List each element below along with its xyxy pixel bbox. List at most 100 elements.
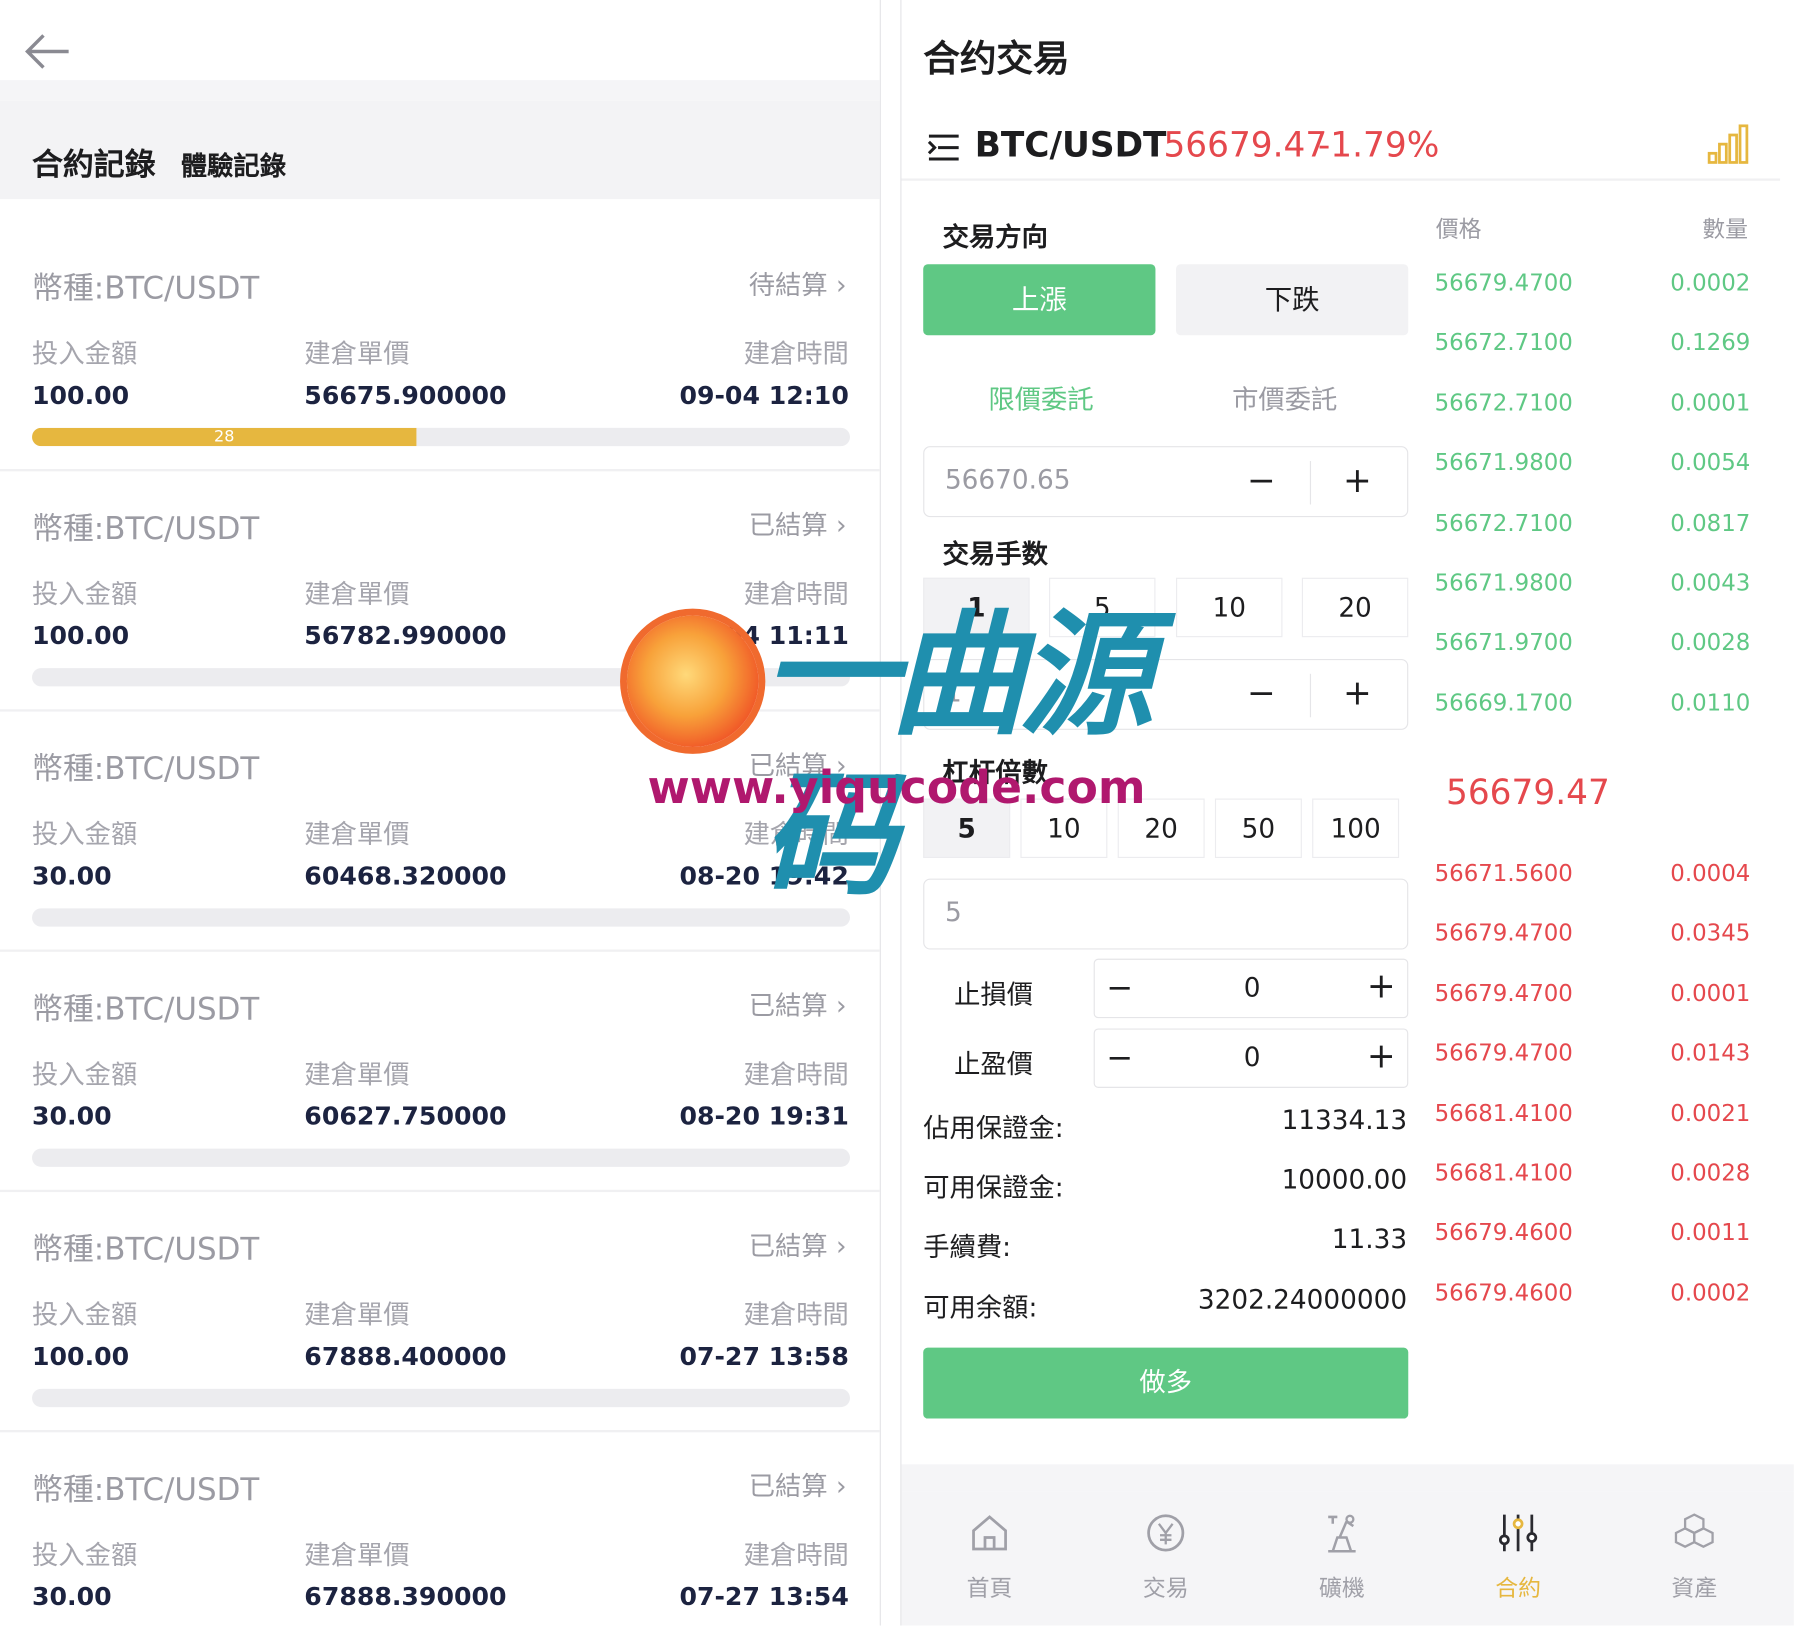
orderbook-row[interactable]: 56679.4600 0.0011 [1435,1219,1751,1253]
back-arrow-icon[interactable] [23,32,71,71]
lots-option[interactable]: 10 [1176,577,1283,638]
record-card[interactable]: 幣種:BTC/USDT 已結算 › 投入金額 建倉單價 建倉時間 100.00 56782.… [0,471,880,712]
orderbook-row[interactable]: 56681.4100 0.0021 [1435,1099,1751,1133]
leverage-input[interactable]: 5 [945,898,962,928]
leverage-option[interactable]: 20 [1117,798,1205,859]
amount-header: 投入金額 [32,580,138,610]
nav-assets[interactable]: 資產 [1643,1510,1746,1603]
stop-loss-label: 止損價 [954,980,1034,1011]
time-value: 08-20 19:42 [679,862,849,892]
unit-price-header: 建倉單價 [304,1540,410,1571]
fee-value: 11.33 [1331,1225,1408,1255]
tab-market-order[interactable]: 市價委託 [1232,378,1337,417]
tab-trial-records[interactable]: 體驗記錄 [181,144,286,183]
menu-list-icon[interactable] [927,133,961,163]
progress-bar [32,668,850,687]
orderbook-row[interactable]: 56679.4700 0.0001 [1435,979,1751,1013]
orderbook-qty: 0.0817 [1670,508,1751,537]
take-profit-label: 止盈價 [954,1050,1034,1080]
leverage-option[interactable]: 100 [1312,798,1400,859]
orderbook-qty: 0.0143 [1670,1038,1751,1067]
orderbook-qty: 0.0021 [1670,1098,1751,1127]
last-price: 56679.47 [1163,125,1328,166]
lots-option[interactable]: 5 [1049,577,1156,638]
leverage-option[interactable]: 5 [923,798,1011,859]
direction-label: 交易方向 [942,223,1048,253]
orderbook-price: 56671.9800 [1434,448,1573,477]
record-status[interactable]: 已結算 › [749,1224,847,1263]
leverage-option[interactable]: 50 [1214,798,1302,859]
lots-input[interactable]: 1 [945,678,962,708]
record-status[interactable]: 已結算 › [749,984,847,1023]
chevron-right-icon: › [836,991,847,1022]
take-profit-input[interactable]: 0 [1095,1043,1410,1073]
record-coin: 幣種:BTC/USDT [32,751,260,788]
amount-header: 投入金額 [32,1300,138,1331]
fee-label: 手續費: [923,1233,1012,1263]
unit-price-header: 建倉單價 [304,339,410,370]
record-status[interactable]: 已結算 › [749,503,847,542]
orderbook-row[interactable]: 56669.1700 0.0110 [1435,688,1751,722]
margin-available-label: 可用保證金: [923,1173,1064,1204]
price-input[interactable]: 56670.65 [945,466,1071,496]
orderbook-row[interactable]: 56671.5600 0.0004 [1435,859,1751,893]
minus-icon[interactable]: − [1247,461,1276,501]
nav-contract[interactable]: 合約 [1467,1510,1570,1603]
chevron-right-icon: › [836,751,847,782]
buy-up-button[interactable]: 上漲 [923,264,1156,336]
stop-loss-input[interactable]: 0 [1095,974,1410,1004]
nav-mining[interactable]: 礦機 [1290,1510,1393,1603]
pair-symbol[interactable]: BTC/USDT [975,126,1167,166]
amount-header: 投入金額 [32,339,138,370]
tab-contract-records[interactable]: 合約記錄 [32,140,156,185]
nav-trade[interactable]: 交易 [1114,1510,1217,1603]
minus-icon[interactable]: − [1247,674,1276,714]
orderbook-qty: 0.1269 [1670,328,1751,357]
lots-option[interactable]: 20 [1301,577,1409,638]
orderbook-qty: 0.0001 [1670,388,1751,417]
record-status[interactable]: 待結算 › [749,263,847,302]
orderbook-row[interactable]: 56671.9800 0.0054 [1435,449,1751,483]
lots-option[interactable]: 1 [923,577,1030,638]
plus-icon[interactable]: + [1343,674,1372,714]
time-value: 07-27 13:54 [679,1583,849,1612]
leverage-option[interactable]: 10 [1020,798,1108,859]
nav-home[interactable]: 首頁 [938,1510,1041,1603]
orderbook-row[interactable]: 56679.4700 0.0002 [1435,269,1751,303]
orderbook-row[interactable]: 56671.9800 0.0043 [1435,569,1751,603]
orderbook-row[interactable]: 56679.4700 0.0345 [1435,919,1751,953]
go-long-button[interactable]: 做多 [923,1347,1409,1419]
progress-bar [32,1388,850,1408]
record-card[interactable]: 幣種:BTC/USDT 已結算 › 投入金額 建倉單價 建倉時間 30.00 67888.3… [0,1432,880,1625]
amount-value: 30.00 [32,1583,112,1612]
orderbook-row[interactable]: 56671.9700 0.0028 [1435,629,1751,663]
plus-icon[interactable]: + [1367,1036,1396,1076]
chevron-right-icon: › [836,271,847,301]
record-status[interactable]: 已結算 › [749,744,847,783]
orderbook-row[interactable]: 56672.7100 0.0001 [1435,389,1751,423]
orderbook-price: 56672.7100 [1434,388,1573,417]
record-card[interactable]: 幣種:BTC/USDT 已結算 › 投入金額 建倉單價 建倉時間 30.00 60468.3… [0,712,880,952]
tab-limit-order[interactable]: 限價委託 [988,378,1093,417]
orderbook-row[interactable]: 56681.4100 0.0028 [1435,1159,1751,1193]
record-status[interactable]: 已結算 › [749,1464,847,1503]
orderbook-row[interactable]: 56679.4700 0.0143 [1435,1039,1751,1073]
orderbook-row[interactable]: 56672.7100 0.1269 [1435,329,1751,363]
price-stepper: 56670.65 − + [923,446,1409,518]
orderbook-row[interactable]: 56672.7100 0.0817 [1435,509,1751,543]
record-card[interactable]: 幣種:BTC/USDT 已結算 › 投入金額 建倉單價 建倉時間 100.00 67888.… [0,1192,880,1433]
unit-price-header: 建倉單價 [304,580,410,610]
orderbook-mid-price: 56679.47 [1446,773,1610,814]
orderbook-qty: 0.0345 [1670,919,1751,947]
chart-bars-icon[interactable] [1707,124,1750,165]
lots-label: 交易手数 [942,539,1048,570]
page-title: 合约交易 [923,36,1070,81]
sell-down-button[interactable]: 下跌 [1176,264,1409,336]
plus-icon[interactable]: + [1367,967,1396,1007]
record-card[interactable]: 幣種:BTC/USDT 待結算 › 投入金額 建倉單價 建倉時間 100.00 56675.… [0,231,880,472]
orderbook-qty: 0.0110 [1670,688,1751,716]
orderbook-row[interactable]: 56679.4600 0.0002 [1435,1279,1751,1313]
plus-icon[interactable]: + [1343,461,1372,501]
record-card[interactable]: 幣種:BTC/USDT 已結算 › 投入金額 建倉單價 建倉時間 30.00 60627.7… [0,952,880,1193]
leverage-field: 5 [923,878,1409,950]
